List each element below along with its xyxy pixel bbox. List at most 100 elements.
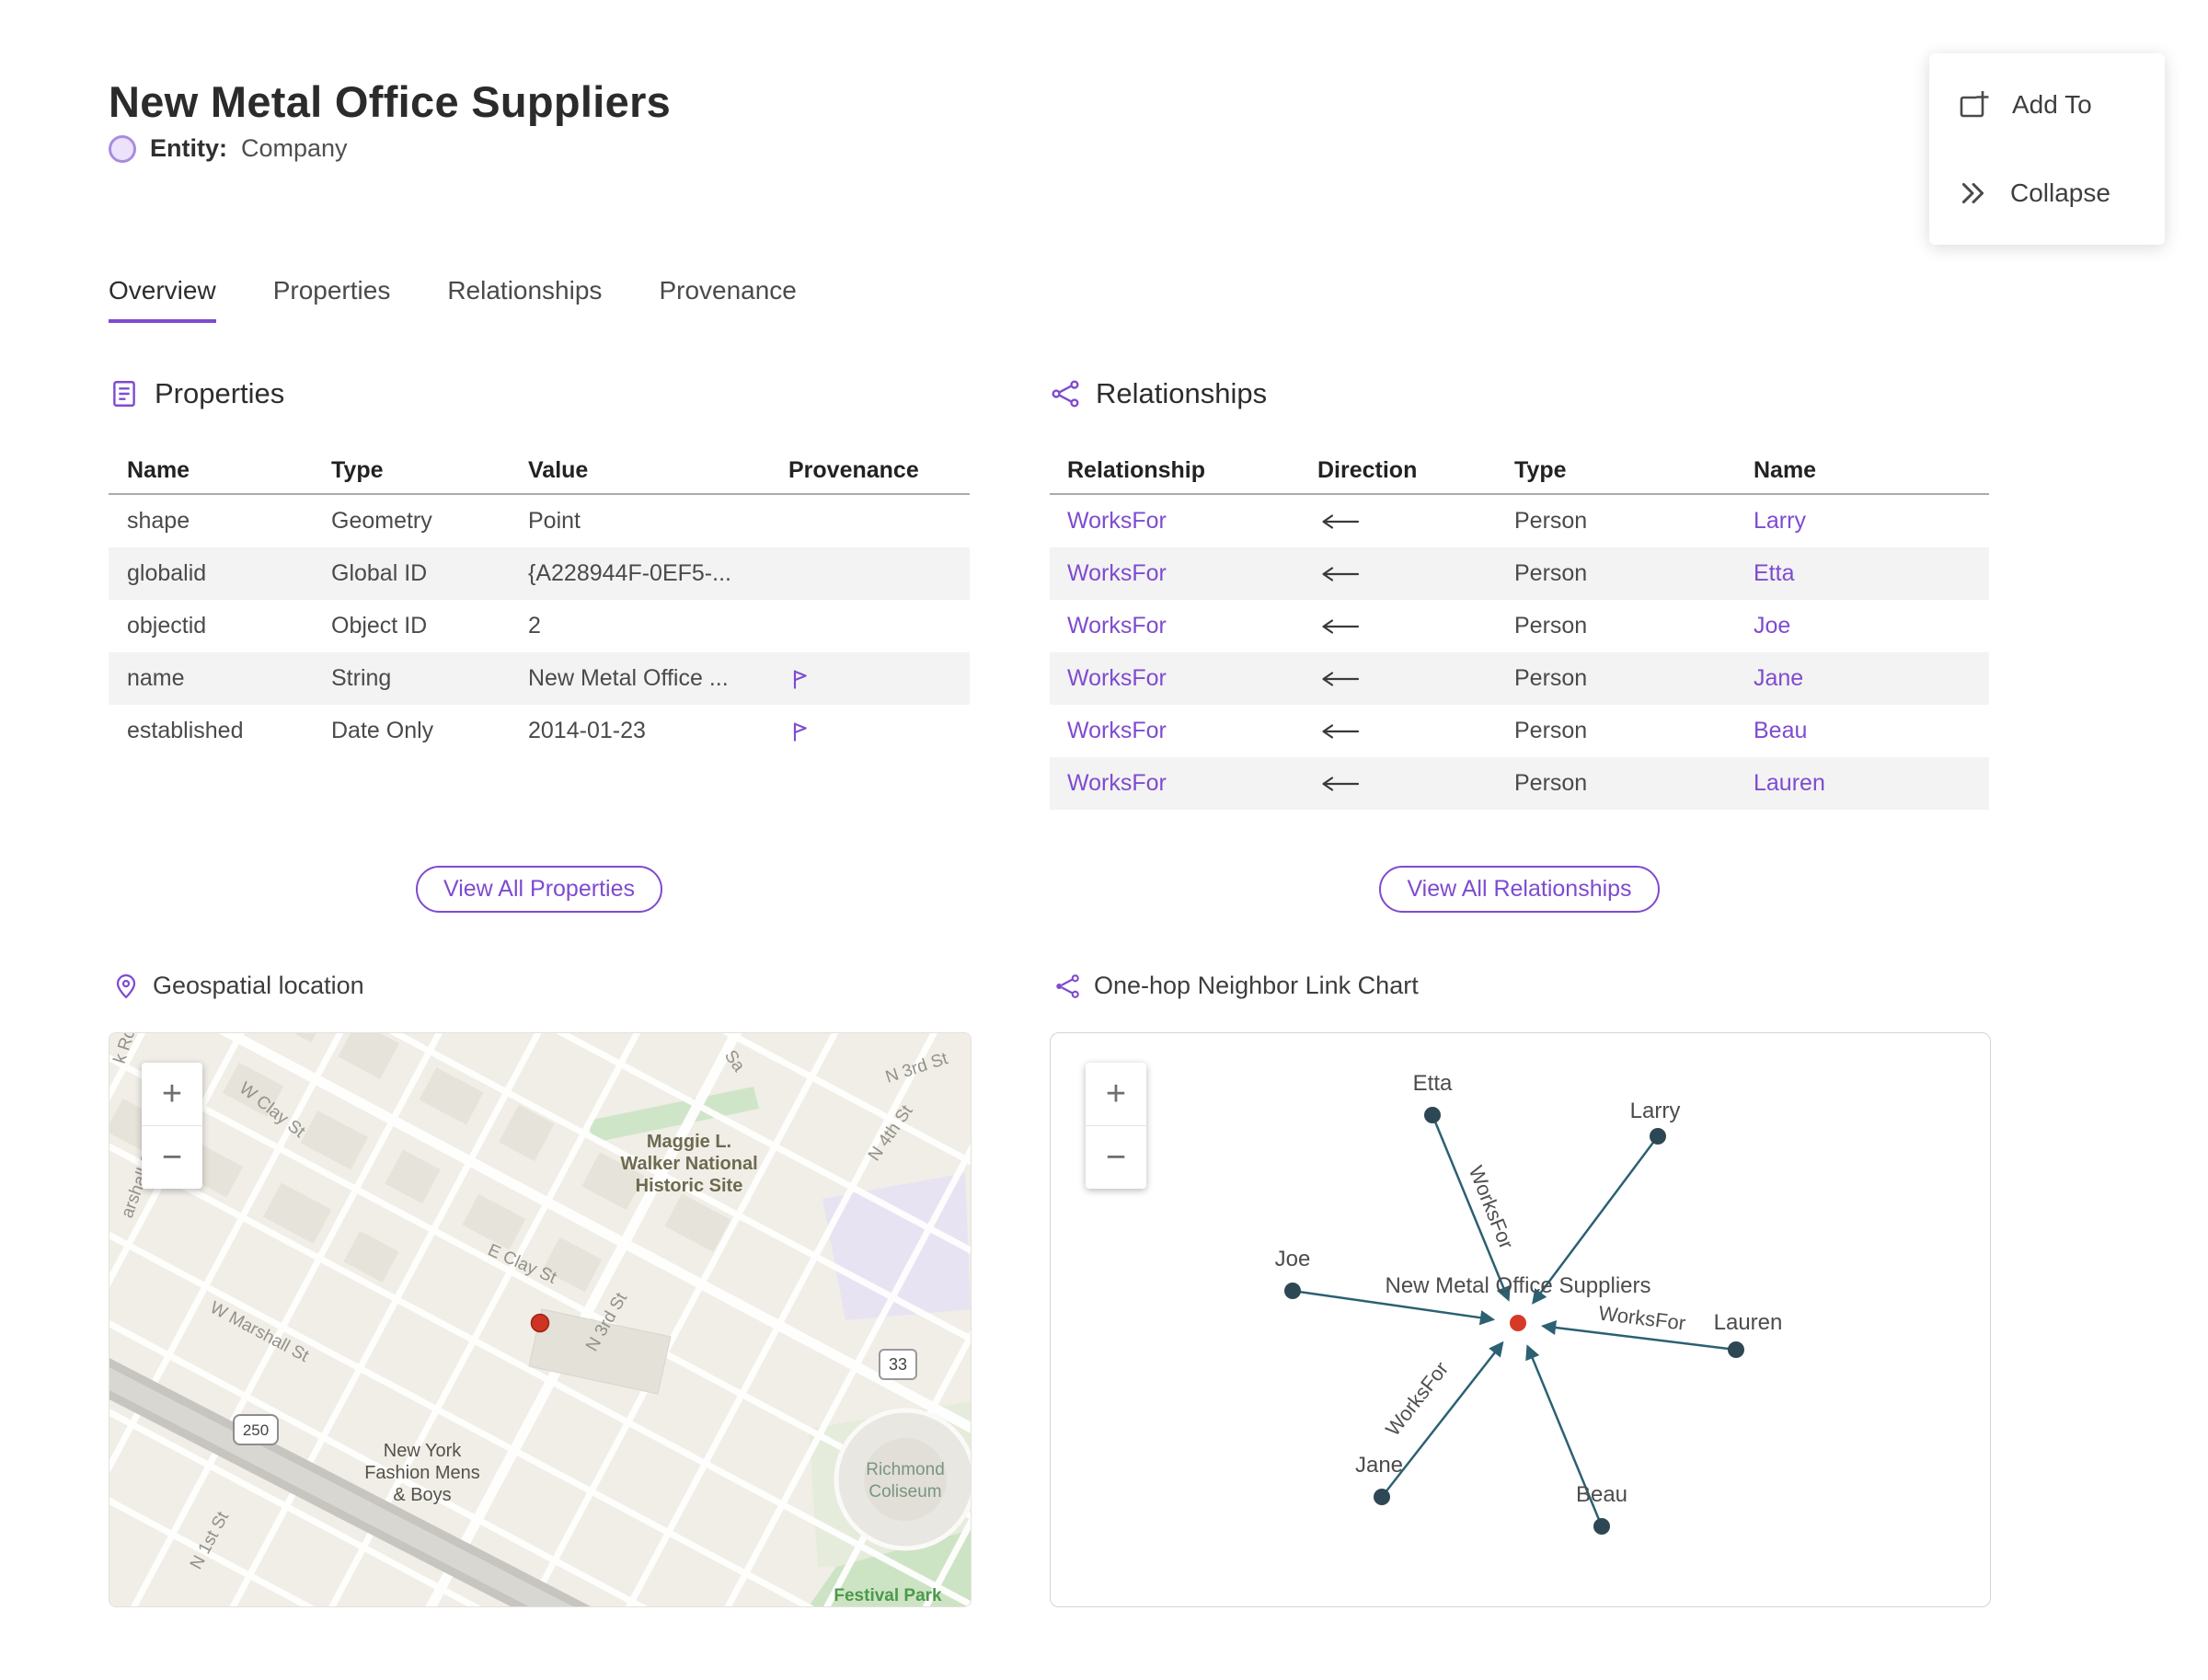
col-provenance: Provenance [788,456,919,483]
provenance-flag-icon[interactable] [788,719,814,744]
svg-text:Historic Site: Historic Site [636,1176,743,1196]
tab-relationships[interactable]: Relationships [447,276,602,323]
link-chart-graph: WorksFor WorksFor WorksFor Etta Larry Jo… [1275,1071,1783,1535]
direction-left-arrow-icon [1322,513,1360,529]
map-coliseum [834,1408,971,1551]
property-name: name [127,665,185,691]
geospatial-section-header: Geospatial location [112,972,364,1000]
svg-text:Coliseum: Coliseum [868,1482,941,1502]
svg-text:Beau: Beau [1576,1482,1627,1507]
relationship-link[interactable]: WorksFor [1067,665,1317,692]
graph-node-jane[interactable] [1374,1489,1390,1505]
graph-node-center[interactable] [1510,1315,1526,1331]
related-entity-link[interactable]: Larry [1754,508,1989,535]
col-name: Name [127,456,190,483]
add-to-button[interactable]: Add To [1929,68,2165,142]
related-entity-link[interactable]: Beau [1754,718,1989,744]
relationships-icon [1052,380,1079,408]
svg-text:WorksFor: WorksFor [1597,1301,1686,1334]
tab-properties[interactable]: Properties [273,276,391,323]
relationship-type: Person [1514,665,1588,691]
direction-left-arrow-icon [1322,618,1360,634]
related-entity-link[interactable]: Joe [1754,613,1989,639]
relationship-type: Person [1514,508,1588,534]
svg-text:WorksFor: WorksFor [1381,1357,1453,1440]
svg-text:Lauren: Lauren [1714,1310,1783,1335]
svg-text:& Boys: & Boys [393,1485,451,1505]
graph-node-etta[interactable] [1424,1107,1441,1123]
col-relationship: Relationship [1067,456,1206,483]
table-row: established Date Only 2014-01-23 [109,705,970,757]
relationship-type: Person [1514,560,1588,586]
property-type: Date Only [331,718,434,743]
svg-text:New Metal Office Suppliers: New Metal Office Suppliers [1385,1273,1650,1298]
graph-node-joe[interactable] [1284,1283,1301,1299]
table-row: shape Geometry Point [109,495,970,547]
col-direction: Direction [1317,456,1418,483]
svg-text:Etta: Etta [1413,1071,1453,1096]
svg-text:Festival Park: Festival Park [834,1586,942,1605]
relationships-table-header: Relationship Direction Type Name [1050,447,1989,495]
link-chart-zoom-in-button[interactable]: + [1086,1063,1146,1125]
entity-type-value: Company [241,134,348,162]
relationship-link[interactable]: WorksFor [1067,718,1317,744]
property-type: Geometry [331,508,432,534]
relationship-type: Person [1514,613,1588,639]
relationship-type: Person [1514,770,1588,796]
graph-node-beau[interactable] [1593,1518,1610,1535]
relationship-link[interactable]: WorksFor [1067,508,1317,535]
link-chart-zoom-out-button[interactable]: − [1086,1125,1146,1189]
link-chart-zoom-control: + − [1086,1063,1146,1189]
map-canvas[interactable]: + − 250 33 k Rd W Clay St Sa arshall St … [109,1032,972,1607]
add-to-label: Add To [2012,90,2092,119]
relationships-table: Relationship Direction Type Name WorksFo… [1050,447,1989,810]
collapse-button[interactable]: Collapse [1929,156,2165,230]
collapse-label: Collapse [2010,178,2110,207]
property-value: Point [528,508,581,534]
svg-text:Richmond: Richmond [866,1460,945,1479]
view-all-relationships-button[interactable]: View All Relationships [1379,866,1660,913]
col-type: Type [331,456,384,483]
properties-section-header: Properties [109,377,284,410]
map-zoom-out-button[interactable]: − [142,1125,202,1189]
property-value: {A228944F-0EF5-... [528,560,731,586]
property-name: globalid [127,560,207,586]
relationship-link[interactable]: WorksFor [1067,770,1317,797]
table-row: WorksFor Person Beau [1050,705,1989,757]
table-row: WorksFor Person Etta [1050,547,1989,600]
add-to-icon [1960,91,1989,118]
related-entity-link[interactable]: Lauren [1754,770,1989,797]
col-name: Name [1754,456,1817,483]
property-name: shape [127,508,190,534]
table-row: WorksFor Person Jane [1050,652,1989,705]
view-all-properties-button[interactable]: View All Properties [416,866,662,913]
graph-node-labels: Etta Larry Joe Jane Beau Lauren New Meta… [1275,1071,1783,1507]
relationship-link[interactable]: WorksFor [1067,560,1317,587]
relationship-link[interactable]: WorksFor [1067,613,1317,639]
svg-text:Joe: Joe [1275,1247,1311,1272]
tab-overview[interactable]: Overview [109,276,216,323]
related-entity-link[interactable]: Etta [1754,560,1989,587]
tab-provenance[interactable]: Provenance [659,276,796,323]
entity-type-icon [109,134,136,163]
entity-row: Entity: Company [109,134,348,163]
relationships-section-header: Relationships [1050,377,1267,410]
table-row: globalid Global ID {A228944F-0EF5-... [109,547,970,600]
properties-icon [113,381,135,407]
map-pin-icon [116,973,136,998]
map-entity-marker[interactable] [530,1313,550,1333]
related-entity-link[interactable]: Jane [1754,665,1989,692]
svg-text:Larry: Larry [1630,1099,1681,1123]
property-value: 2 [528,613,541,639]
link-chart-canvas[interactable]: + − WorksFor WorksFor WorksFor Etta Larr… [1050,1032,1991,1607]
provenance-flag-icon[interactable] [788,666,814,692]
graph-node-larry[interactable] [1650,1128,1666,1145]
properties-section-title: Properties [155,377,285,409]
table-row: WorksFor Person Joe [1050,600,1989,652]
direction-left-arrow-icon [1322,671,1360,686]
graph-node-lauren[interactable] [1728,1341,1744,1358]
property-value: New Metal Office ... [528,665,729,691]
map-zoom-in-button[interactable]: + [142,1063,202,1125]
link-chart-icon [1056,973,1079,998]
svg-text:New York: New York [384,1441,462,1461]
